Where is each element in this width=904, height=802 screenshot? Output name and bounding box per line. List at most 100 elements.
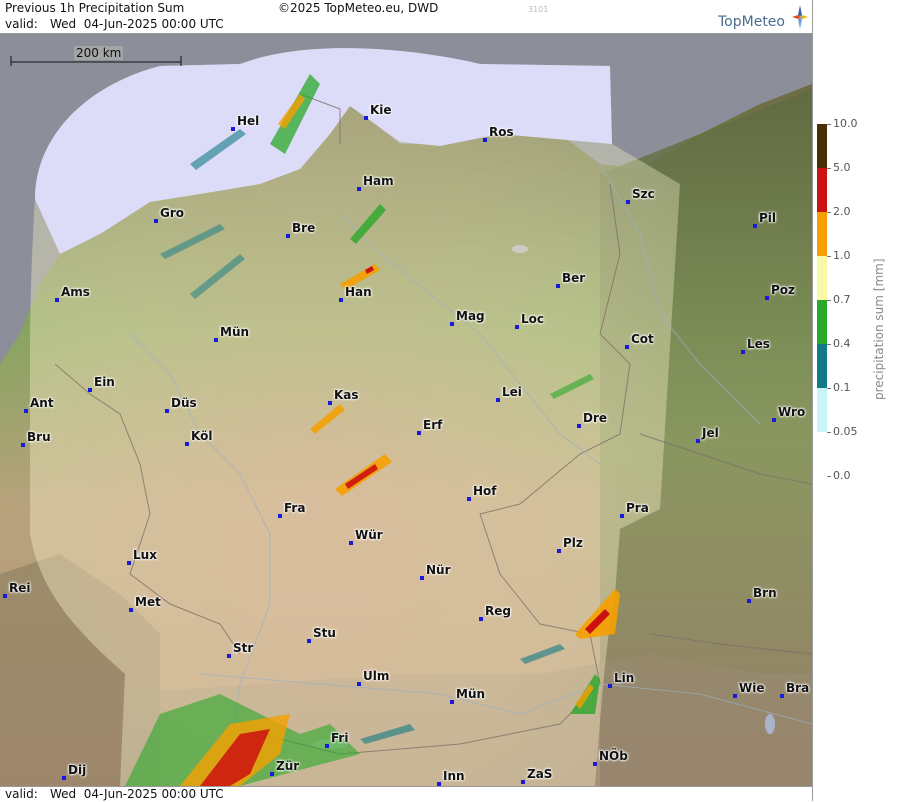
legend-label: 0.7 [833, 293, 851, 306]
city-label: Mün [220, 325, 250, 339]
city-dot [483, 138, 487, 142]
city-dot [62, 776, 66, 780]
city-dot [765, 296, 769, 300]
legend-color-swatch [817, 388, 827, 432]
city-dot [515, 325, 519, 329]
footer-valid-time: Wed 04-Jun-2025 00:00 UTC [50, 787, 224, 801]
city-label: Mün [456, 687, 486, 701]
legend-label: 1.0 [833, 249, 851, 262]
footer-valid-label: valid: [5, 787, 38, 801]
city-label: Kas [334, 388, 359, 402]
city-dot [286, 234, 290, 238]
city-dot [339, 298, 343, 302]
legend-tick [827, 256, 831, 257]
map-header: Previous 1h Precipitation Sum ©2025 TopM… [0, 0, 812, 34]
legend-color-swatch [817, 168, 827, 212]
legend-tick [827, 124, 831, 125]
legend-label: 0.4 [833, 337, 851, 350]
city-dot [577, 424, 581, 428]
legend-label: 5.0 [833, 161, 851, 174]
city-label: Bru [27, 430, 51, 444]
city-dot [420, 576, 424, 580]
city-dot [357, 187, 361, 191]
topmeteo-logo: TopMeteo [718, 14, 785, 30]
city-label: Lei [502, 385, 522, 399]
city-dot [21, 443, 25, 447]
city-dot [417, 431, 421, 435]
city-label: Pra [626, 501, 649, 515]
city-label: Lin [614, 671, 635, 685]
city-label: Fra [284, 501, 306, 515]
valid-label: valid: [5, 17, 38, 31]
legend-tick [827, 300, 831, 301]
city-dot [227, 654, 231, 658]
city-label: Plz [563, 536, 583, 550]
city-dot [55, 298, 59, 302]
city-label: ZaS [527, 767, 553, 781]
city-dot [24, 409, 28, 413]
product-id: 3101 [528, 5, 549, 14]
city-label: Ulm [363, 669, 390, 683]
city-dot [450, 322, 454, 326]
legend-tick [827, 344, 831, 345]
city-label: Düs [171, 396, 197, 410]
city-dot [185, 442, 189, 446]
city-label: Poz [771, 283, 796, 297]
legend-label: 2.0 [833, 205, 851, 218]
precipitation-map: 200 km Hel Kie Ros Ham Szc Gro Bre Pil Ams Han Ber… [0, 34, 812, 786]
city-dot [696, 439, 700, 443]
city-label: Brn [753, 586, 777, 600]
city-dot [608, 684, 612, 688]
city-dot [733, 694, 737, 698]
city-dot [278, 514, 282, 518]
city-label: Zür [276, 759, 300, 773]
legend-title: precipitation sum [mm] [872, 258, 886, 400]
legend-tick [827, 168, 831, 169]
legend-tick [827, 432, 831, 433]
city-label: NÖb [599, 749, 628, 763]
city-label: Pil [759, 211, 777, 225]
legend-label: 0.0 [833, 469, 851, 482]
city-label: Ber [562, 271, 586, 285]
city-label: Stu [313, 626, 336, 640]
city-dot [165, 409, 169, 413]
city-dot [467, 497, 471, 501]
city-label: Cot [631, 332, 654, 346]
city-label: Fri [331, 731, 349, 745]
city-label: Hof [473, 484, 497, 498]
city-label: Szc [632, 187, 655, 201]
legend-label: 10.0 [833, 117, 858, 130]
copyright-text: ©2025 TopMeteo.eu, DWD [278, 1, 439, 15]
city-label: Erf [423, 418, 443, 432]
city-dot [556, 284, 560, 288]
city-label: Str [233, 641, 254, 655]
city-dot [154, 219, 158, 223]
city-dot [357, 682, 361, 686]
city-label: Les [747, 337, 770, 351]
legend-label: 0.05 [833, 425, 858, 438]
scale-label: 200 km [74, 46, 124, 60]
city-dot [625, 345, 629, 349]
city-dot [349, 541, 353, 545]
city-dot [753, 224, 757, 228]
map-title: Previous 1h Precipitation Sum [5, 1, 185, 15]
city-label: Ams [61, 285, 90, 299]
legend-color-swatch [817, 300, 827, 344]
city-label: Wie [739, 681, 765, 695]
city-label: Kie [370, 103, 392, 117]
legend-tick [827, 212, 831, 213]
city-label: Wro [778, 405, 806, 419]
city-dot [88, 388, 92, 392]
legend-color-swatch [817, 124, 827, 168]
city-label: Mag [456, 309, 485, 323]
city-label: Dre [583, 411, 608, 425]
city-dot [328, 401, 332, 405]
city-label: Loc [521, 312, 545, 326]
legend-color-swatch [817, 256, 827, 300]
city-dot [214, 338, 218, 342]
city-label: Bre [292, 221, 316, 235]
compass-icon [792, 5, 808, 29]
city-dot [325, 744, 329, 748]
city-dot [3, 594, 7, 598]
city-label: Lux [133, 548, 157, 562]
